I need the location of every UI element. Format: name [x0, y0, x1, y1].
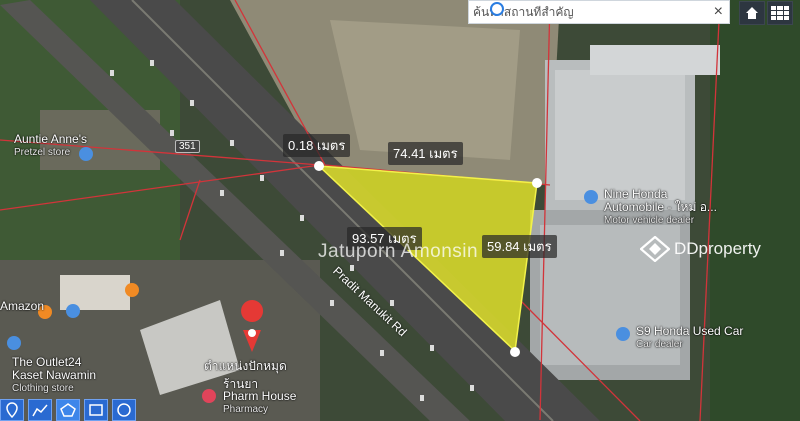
- home-icon: [746, 7, 758, 19]
- vertex-handle: [532, 178, 542, 188]
- poi-nine-honda[interactable]: Nine Honda Automobile - ใหม่ อ... Motor …: [604, 188, 717, 227]
- rectangle-icon: [89, 404, 103, 416]
- circle-tool-button[interactable]: [112, 399, 136, 421]
- vertex-handle: [510, 347, 520, 357]
- grid-button[interactable]: [767, 1, 793, 25]
- poi-title-line2: Kaset Nawamin: [12, 368, 97, 382]
- pharmacy-icon[interactable]: [202, 389, 216, 403]
- line-tool-button[interactable]: [28, 399, 52, 421]
- polygon-tool-button[interactable]: [56, 399, 80, 421]
- poi-amazon[interactable]: Amazon: [0, 300, 44, 313]
- poi-title: S9 Honda Used Car: [636, 324, 744, 338]
- car-dealer-icon[interactable]: [584, 190, 598, 204]
- poi-title: Amazon: [0, 299, 45, 313]
- search-box[interactable]: ×: [468, 0, 730, 24]
- marker-label: ตำแหน่งปักหมุด: [204, 359, 287, 373]
- car-dealer-icon[interactable]: [616, 327, 630, 341]
- poi-title: Pharm House: [223, 389, 297, 403]
- vertex-handle: [314, 161, 324, 171]
- poi-subtitle: Clothing store: [12, 383, 74, 394]
- poi-title-line2: Automobile - ใหม่ อ...: [604, 200, 717, 214]
- measure-label: 74.41 เมตร: [388, 142, 463, 165]
- poi-s9-honda[interactable]: S9 Honda Used Car Car dealer: [636, 325, 743, 351]
- home-button[interactable]: [739, 1, 765, 25]
- route-shield: 351: [175, 140, 200, 153]
- poi-auntie-annes[interactable]: Auntie Anne's Pretzel store: [14, 133, 87, 159]
- restaurant-icon[interactable]: [125, 283, 139, 297]
- watermark: Jatuporn Amonsin: [318, 241, 479, 262]
- shopping-icon[interactable]: [66, 304, 80, 318]
- measure-label: 59.84 เมตร: [482, 235, 557, 258]
- search-pin-icon: [490, 2, 504, 16]
- search-input[interactable]: [469, 5, 707, 19]
- measure-label: 0.18 เมตร: [283, 134, 351, 157]
- poi-subtitle: Motor vehicle dealer: [604, 215, 695, 226]
- circle-icon: [117, 403, 131, 417]
- poi-outlet24[interactable]: The Outlet24 Kaset Nawamin Clothing stor…: [12, 356, 96, 395]
- poi-subtitle: Car dealer: [636, 339, 683, 350]
- ddproperty-icon: [640, 236, 670, 262]
- close-icon[interactable]: ×: [714, 3, 723, 21]
- polygon-icon: [60, 403, 76, 417]
- rectangle-tool-button[interactable]: [84, 399, 108, 421]
- poi-subtitle: Pharmacy: [223, 404, 269, 415]
- brand-name: DDproperty: [674, 239, 761, 258]
- location-icon: [6, 402, 18, 418]
- drawing-toolbar: [0, 399, 136, 421]
- poi-pharm-house[interactable]: Pharm House Pharmacy: [223, 390, 296, 416]
- brand-logo: DDproperty: [640, 236, 761, 262]
- line-icon: [32, 404, 48, 417]
- shopping-icon[interactable]: [7, 336, 21, 350]
- poi-subtitle: Pretzel store: [14, 147, 71, 158]
- grid-icon: [771, 6, 789, 20]
- location-tool-button[interactable]: [0, 399, 24, 421]
- poi-title: Auntie Anne's: [14, 132, 88, 146]
